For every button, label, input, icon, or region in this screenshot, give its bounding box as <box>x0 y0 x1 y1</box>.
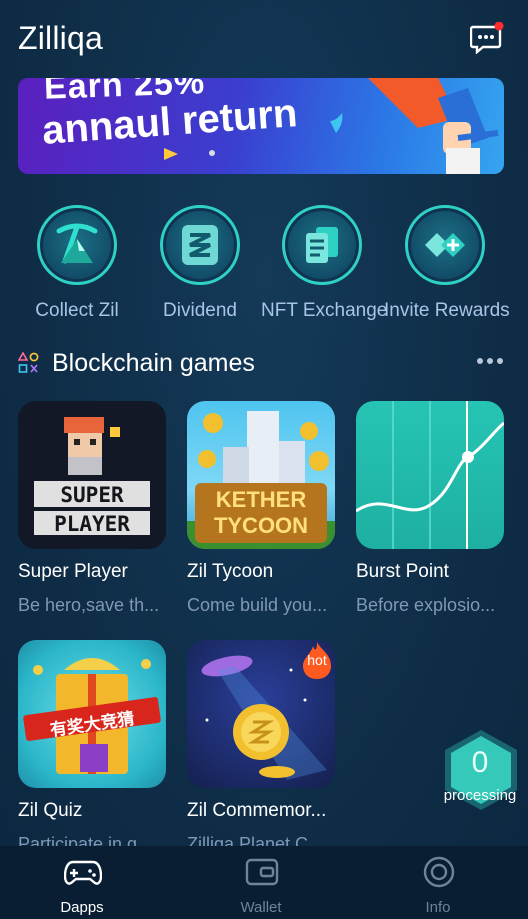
tab-dapps[interactable]: Dapps <box>22 846 142 919</box>
app-header: Zilliqa <box>0 0 528 78</box>
section-title: Blockchain games <box>52 349 255 377</box>
wallet-icon <box>245 858 279 886</box>
invite-diamond-icon <box>405 205 485 285</box>
game-description: Come build you... <box>187 595 328 615</box>
super-player-thumb-title: SUPER <box>60 483 124 507</box>
tab-info-label: Info <box>425 899 451 916</box>
info-circle-icon <box>423 856 455 888</box>
tab-dapps-label: Dapps <box>60 899 104 916</box>
hot-badge-label: hot <box>307 652 327 668</box>
invite-rewards-label: Invite Rewards <box>384 300 510 321</box>
processing-label: processing <box>443 787 517 804</box>
tab-wallet-label: Wallet <box>240 899 282 916</box>
game-name: Super Player <box>18 561 128 582</box>
dividend-label: Dividend <box>163 300 237 321</box>
blockchain-games-header: Blockchain games <box>18 346 510 382</box>
game-card-burst-point[interactable]: Burst Point Before explosio... <box>356 401 506 616</box>
carousel-indicator <box>209 150 215 156</box>
pickaxe-icon <box>37 205 117 285</box>
tab-info[interactable]: Info <box>378 846 498 919</box>
chat-bubble-icon[interactable] <box>469 21 504 55</box>
processing-count: 0 <box>471 746 489 779</box>
processing-badge[interactable]: 0 processing <box>441 728 521 812</box>
zil-tycoon-thumbnail: KETHER TYCOON <box>187 401 335 549</box>
collect-zil-label: Collect Zil <box>35 300 119 321</box>
game-name: Burst Point <box>356 561 449 582</box>
tab-wallet[interactable]: Wallet <box>201 846 321 919</box>
game-card-zil-commemorative[interactable]: hot Zil Commemor... Zilliqa Planet C... <box>187 640 337 855</box>
app-title: Zilliqa <box>18 20 103 56</box>
promo-banner[interactable]: Earn 25% annaul return <box>18 78 504 174</box>
shapes-icon <box>18 352 39 373</box>
zil-tycoon-thumb-subtitle: TYCOON <box>213 513 309 538</box>
game-name: Zil Commemor... <box>187 800 327 821</box>
nft-cards-icon <box>282 205 362 285</box>
game-card-zil-quiz[interactable]: 有奖大竞猜 Zil Quiz Participate in g... <box>18 640 168 855</box>
game-description: Be hero,save th... <box>18 595 160 615</box>
bottom-tab-bar: Dapps Wallet Info <box>0 846 528 919</box>
dividend-button[interactable]: Dividend <box>139 205 261 322</box>
nft-exchange-button[interactable]: NFT Exchange <box>261 205 388 322</box>
invite-rewards-button[interactable]: Invite Rewards <box>384 205 510 322</box>
game-name: Zil Tycoon <box>187 561 274 582</box>
game-card-super-player[interactable]: SUPER PLAYER Super Player Be hero,save t… <box>18 401 168 616</box>
gamepad-icon <box>64 860 102 885</box>
super-player-thumbnail: SUPER PLAYER <box>18 401 166 549</box>
game-description: Before explosio... <box>356 595 496 615</box>
game-card-zil-tycoon[interactable]: KETHER TYCOON Zil Tycoon Come build you.… <box>187 401 337 616</box>
more-dots-icon[interactable] <box>476 356 504 366</box>
banner-illustration <box>164 78 499 174</box>
zil-commemorative-thumbnail: hot <box>187 640 335 788</box>
hot-badge: hot <box>299 640 335 680</box>
super-player-thumb-subtitle: PLAYER <box>54 512 130 536</box>
burst-point-thumbnail <box>356 401 504 549</box>
nft-exchange-label: NFT Exchange <box>261 300 388 321</box>
zil-quiz-thumbnail: 有奖大竞猜 <box>18 640 166 788</box>
collect-zil-button[interactable]: Collect Zil <box>16 205 138 322</box>
zil-tycoon-thumb-title: KETHER <box>215 487 307 512</box>
zil-logo-icon <box>160 205 240 285</box>
game-name: Zil Quiz <box>18 800 83 821</box>
